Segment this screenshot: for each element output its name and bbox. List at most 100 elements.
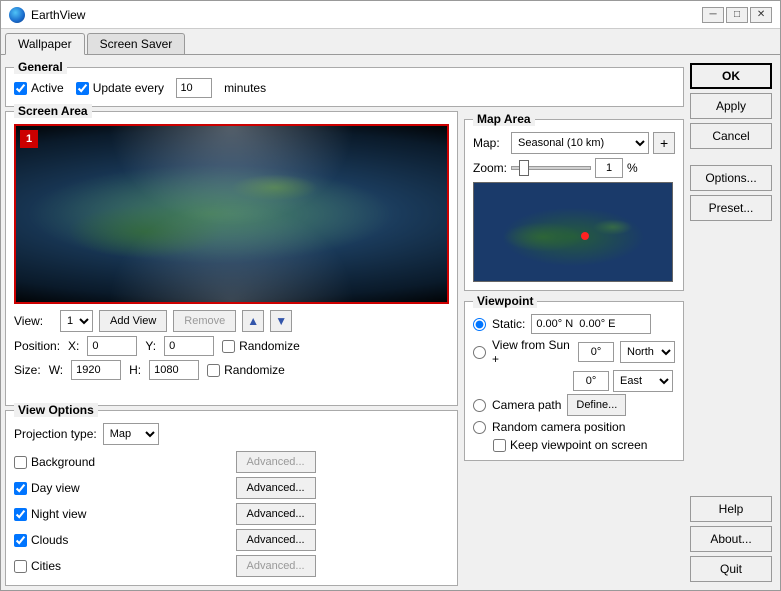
move-up-button[interactable]: ▲ (242, 310, 264, 332)
static-radio[interactable] (473, 318, 486, 331)
general-section: General Active Update every minutes (5, 67, 684, 107)
update-interval-input[interactable] (176, 78, 212, 98)
dayview-label[interactable]: Day view (14, 481, 80, 495)
nightview-advanced-button[interactable]: Advanced... (236, 503, 316, 525)
view-select[interactable]: 1 (60, 310, 93, 332)
cities-advanced-button[interactable]: Advanced... (236, 555, 316, 577)
randomize2-text: Randomize (224, 363, 285, 377)
keep-checkbox[interactable] (493, 439, 506, 452)
zoom-slider[interactable] (511, 166, 591, 170)
camera-path-radio[interactable] (473, 399, 486, 412)
quit-button[interactable]: Quit (690, 556, 772, 582)
background-row: Background (14, 451, 228, 473)
clouds-label[interactable]: Clouds (14, 533, 68, 547)
background-label[interactable]: Background (14, 455, 95, 469)
ok-button[interactable]: OK (690, 63, 772, 89)
clouds-checkbox[interactable] (14, 534, 27, 547)
clouds-text: Clouds (31, 533, 68, 547)
position-y-input[interactable] (164, 336, 214, 356)
random-radio[interactable] (473, 421, 486, 434)
tab-screensaver[interactable]: Screen Saver (87, 33, 186, 54)
options-button[interactable]: Options... (690, 165, 772, 191)
keep-text: Keep viewpoint on screen (510, 438, 647, 452)
move-down-button[interactable]: ▼ (270, 310, 292, 332)
position-row: Position: X: Y: Randomize (14, 336, 449, 356)
randomize2-label[interactable]: Randomize (207, 363, 285, 377)
window-title: EarthView (31, 8, 85, 22)
up-arrow-icon: ▲ (247, 314, 259, 328)
remove-button[interactable]: Remove (173, 310, 236, 332)
view-controls-row: View: 1 Add View Remove ▲ ▼ (14, 310, 449, 332)
mini-map-earth (474, 183, 672, 281)
define-button[interactable]: Define... (567, 394, 626, 416)
zoom-value-input[interactable] (595, 158, 623, 178)
background-text: Background (31, 455, 95, 469)
dayview-checkbox[interactable] (14, 482, 27, 495)
static-coords-input[interactable] (531, 314, 651, 334)
y-label: Y: (145, 339, 156, 353)
main-content: General Active Update every minutes (1, 55, 780, 590)
randomize1-text: Randomize (239, 339, 300, 353)
sun-label: View from Sun + (492, 338, 572, 366)
projection-select[interactable]: Map Globe Flat (103, 423, 159, 445)
randomize1-label[interactable]: Randomize (222, 339, 300, 353)
sun-east-row: East West (473, 370, 675, 392)
random-row: Random camera position (473, 420, 675, 434)
add-view-button[interactable]: Add View (99, 310, 167, 332)
maximize-button[interactable]: □ (726, 7, 748, 23)
view-label: View: (14, 314, 54, 328)
view-options-section: View Options Projection type: Map Globe … (5, 410, 458, 586)
cities-checkbox[interactable] (14, 560, 27, 573)
size-h-input[interactable] (149, 360, 199, 380)
randomize1-checkbox[interactable] (222, 340, 235, 353)
nightview-label[interactable]: Night view (14, 507, 86, 521)
nightview-advanced-row: Advanced... (236, 503, 450, 525)
sun-radio[interactable] (473, 346, 486, 359)
tab-wallpaper[interactable]: Wallpaper (5, 33, 85, 55)
clouds-advanced-button[interactable]: Advanced... (236, 529, 316, 551)
cities-label[interactable]: Cities (14, 559, 61, 573)
about-button[interactable]: About... (690, 526, 772, 552)
randomize2-checkbox[interactable] (207, 364, 220, 377)
sun-deg-north-input[interactable] (578, 342, 614, 362)
content-columns: Screen Area 1 View: 1 Add Vi (5, 111, 684, 586)
update-checkbox-label[interactable]: Update every (76, 81, 164, 95)
dayview-advanced-button[interactable]: Advanced... (236, 477, 316, 499)
east-select[interactable]: East West (613, 370, 673, 392)
cities-row: Cities (14, 555, 228, 577)
map-row: Map: Seasonal (10 km) Blue Marble + (473, 132, 675, 154)
down-arrow-icon: ▼ (275, 314, 287, 328)
projection-row: Projection type: Map Globe Flat (14, 423, 449, 445)
background-advanced-row: Advanced... (236, 451, 450, 473)
minimize-button[interactable]: ─ (702, 7, 724, 23)
clouds-row: Clouds (14, 529, 228, 551)
add-map-button[interactable]: + (653, 132, 675, 154)
background-checkbox[interactable] (14, 456, 27, 469)
close-button[interactable]: ✕ (750, 7, 772, 23)
background-advanced-button[interactable]: Advanced... (236, 451, 316, 473)
apply-button[interactable]: Apply (690, 93, 772, 119)
sun-deg-east-input[interactable] (573, 371, 609, 391)
preset-button[interactable]: Preset... (690, 195, 772, 221)
update-checkbox[interactable] (76, 82, 89, 95)
x-label: X: (68, 339, 79, 353)
view-options-title: View Options (14, 403, 98, 417)
camera-path-row: Camera path Define... (473, 394, 675, 416)
size-w-input[interactable] (71, 360, 121, 380)
update-label: Update every (93, 81, 164, 95)
location-dot (581, 232, 589, 240)
projection-label: Projection type: (14, 427, 97, 441)
cancel-button[interactable]: Cancel (690, 123, 772, 149)
nightview-checkbox[interactable] (14, 508, 27, 521)
zoom-percent: % (627, 161, 638, 175)
help-button[interactable]: Help (690, 496, 772, 522)
position-x-input[interactable] (87, 336, 137, 356)
map-select[interactable]: Seasonal (10 km) Blue Marble (511, 132, 649, 154)
keep-label[interactable]: Keep viewpoint on screen (493, 438, 647, 452)
screen-preview: 1 (14, 124, 449, 304)
static-row: Static: (473, 314, 675, 334)
active-checkbox[interactable] (14, 82, 27, 95)
size-label: Size: (14, 363, 41, 377)
active-checkbox-label[interactable]: Active (14, 81, 64, 95)
north-select[interactable]: North South (620, 341, 675, 363)
